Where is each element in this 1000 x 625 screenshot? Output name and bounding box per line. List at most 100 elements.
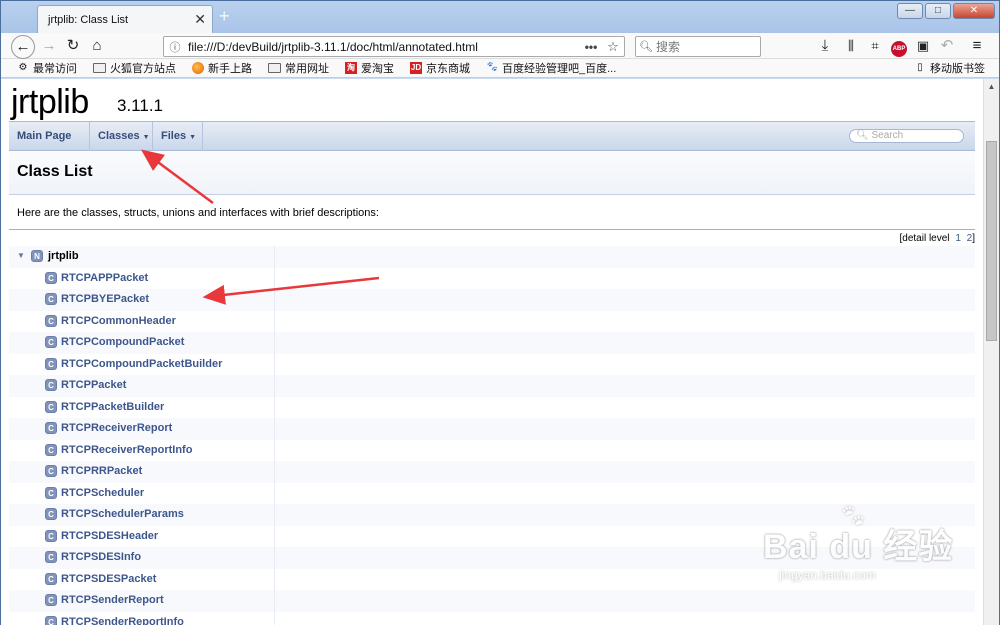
bookmark-item[interactable]: 火狐官方站点 (93, 60, 176, 76)
class-link[interactable]: RTCPSchedulerParams (61, 508, 184, 520)
reload-icon[interactable]: ↻ (63, 36, 83, 56)
maximize-button[interactable]: □ (925, 3, 951, 19)
address-bar[interactable]: ⓘ file:///D:/devBuild/jrtplib-3.11.1/doc… (163, 36, 625, 57)
class-link[interactable]: RTCPReceiverReportInfo (61, 444, 192, 456)
class-link[interactable]: RTCPCommonHeader (61, 315, 176, 327)
class-link[interactable]: RTCPSDESInfo (61, 551, 141, 563)
tab-title: jrtplib: Class List (48, 13, 129, 26)
class-link[interactable]: RTCPSenderReportInfo (61, 616, 184, 625)
search-box[interactable]: 🔍︎ 搜索 (635, 36, 761, 57)
undo-icon[interactable]: ↶ (937, 36, 957, 56)
collapse-arrow-icon[interactable]: ▼ (17, 251, 25, 260)
class-icon: C (45, 508, 57, 520)
detail-level-1-link[interactable]: 1 (955, 233, 961, 244)
bookmark-item[interactable]: 新手上路 (192, 60, 252, 76)
doc-search-input[interactable]: 🔍︎ Search (849, 129, 964, 143)
bookmark-label: 新手上路 (208, 63, 252, 75)
tab-bar: jrtplib: Class List ✕ + — □ ✕ (1, 1, 999, 33)
class-link[interactable]: RTCPSDESHeader (61, 530, 158, 542)
sidebar-icon[interactable]: ▣ (913, 36, 933, 56)
download-icon[interactable]: ⤓ (815, 36, 835, 56)
minimize-button[interactable]: — (897, 3, 923, 19)
bookmark-item[interactable]: ⚙ 最常访问 (17, 60, 77, 76)
bookmark-label: 最常访问 (33, 63, 77, 75)
browser-window: jrtplib: Class List ✕ + — □ ✕ ← → ↻ ⌂ ⓘ … (0, 0, 1000, 625)
bookmark-item[interactable]: 常用网址 (268, 60, 329, 76)
column-divider (274, 504, 275, 526)
class-link[interactable]: RTCPPacket (61, 379, 126, 391)
mobile-bookmarks[interactable]: ▯ 移动版书签 (914, 60, 985, 76)
class-icon: C (45, 379, 57, 391)
url-text[interactable]: file:///D:/devBuild/jrtplib-3.11.1/doc/h… (186, 40, 580, 54)
browser-tab[interactable]: jrtplib: Class List ✕ (37, 5, 213, 33)
menu-files[interactable]: Files ▼ (153, 122, 203, 151)
menu-label: Classes (98, 130, 140, 142)
jd-icon: JD (410, 62, 422, 74)
caret-down-icon: ▼ (189, 134, 197, 141)
search-icon: 🔍︎ (856, 130, 869, 141)
class-icon: C (45, 336, 57, 348)
column-divider (274, 310, 275, 332)
class-link[interactable]: RTCPRRPacket (61, 465, 142, 477)
adblock-icon[interactable]: ABP (889, 36, 909, 57)
class-row: C RTCPRRPacket (9, 461, 975, 483)
class-row: C RTCPPacketBuilder (9, 396, 975, 418)
class-link[interactable]: RTCPReceiverReport (61, 422, 172, 434)
bookmark-item[interactable]: 🐾︎ 百度经验管理吧_百度... (486, 60, 616, 76)
class-link[interactable]: RTCPSenderReport (61, 594, 164, 606)
vertical-scrollbar[interactable]: ▲ (983, 79, 999, 625)
folder-icon (268, 63, 281, 73)
detail-level: [detail level 1 2] (900, 233, 976, 244)
taobao-icon: 淘 (345, 62, 357, 74)
column-divider (274, 461, 275, 483)
divider (9, 229, 975, 230)
column-divider (274, 525, 275, 547)
menu-main-page[interactable]: Main Page (9, 122, 90, 151)
hamburger-menu-icon[interactable]: ≡ (967, 36, 987, 56)
detail-level-close: ] (972, 233, 975, 244)
adblock-label: ABP (891, 41, 907, 57)
info-icon[interactable]: ⓘ (164, 39, 186, 55)
page-title: Class List (17, 163, 93, 180)
class-link[interactable]: RTCPCompoundPacket (61, 336, 184, 348)
bookmark-label: 爱淘宝 (361, 63, 394, 75)
class-icon: C (45, 551, 57, 563)
class-link[interactable]: RTCPSDESPacket (61, 573, 156, 585)
window-controls: — □ ✕ (897, 3, 995, 19)
class-row: C RTCPReceiverReport (9, 418, 975, 440)
class-link[interactable]: RTCPBYEPacket (61, 293, 149, 305)
class-link[interactable]: RTCPPacketBuilder (61, 401, 164, 413)
namespace-name[interactable]: jrtplib (48, 250, 79, 262)
close-window-button[interactable]: ✕ (953, 3, 995, 19)
class-icon: C (45, 271, 57, 284)
home-icon[interactable]: ⌂ (87, 36, 107, 56)
baidu-paw-icon: 🐾︎ (839, 503, 867, 528)
class-link[interactable]: RTCPScheduler (61, 487, 144, 499)
class-row: C RTCPSenderReportInfo (9, 611, 975, 625)
class-link[interactable]: RTCPCompoundPacketBuilder (61, 358, 222, 370)
column-divider (274, 611, 275, 625)
column-divider (274, 547, 275, 569)
bookmark-star-icon[interactable]: ☆ (602, 39, 624, 55)
new-tab-button[interactable]: + (219, 6, 230, 27)
doxygen-menubar: Main Page Classes ▼ Files ▼ 🔍︎ Search (9, 121, 975, 151)
scrollbar-thumb[interactable] (986, 141, 997, 341)
class-link[interactable]: RTCPAPPPacket (61, 272, 148, 284)
bookmark-label: 京东商城 (426, 63, 470, 75)
scroll-up-arrow-icon[interactable]: ▲ (984, 79, 999, 95)
bookmark-item[interactable]: JD 京东商城 (410, 60, 470, 76)
class-icon: C (45, 594, 57, 606)
class-icon: C (45, 314, 57, 327)
class-icon: C (45, 486, 57, 499)
bookmarks-toolbar: ⚙ 最常访问 火狐官方站点 新手上路 常用网址 淘 爱淘宝 JD 京东商城 🐾︎… (1, 59, 999, 78)
menu-classes[interactable]: Classes ▼ (90, 122, 153, 151)
forward-arrow-icon[interactable]: → (39, 36, 59, 56)
bookmark-item[interactable]: 淘 爱淘宝 (345, 60, 394, 76)
crop-screenshot-icon[interactable]: ⌗ (865, 36, 885, 56)
column-divider (274, 332, 275, 354)
back-arrow-icon[interactable]: ← (11, 35, 35, 59)
page-actions-icon[interactable]: ••• (580, 40, 602, 54)
mobile-bookmarks-label: 移动版书签 (930, 63, 985, 75)
library-icon[interactable]: ⫼ (841, 36, 861, 56)
tab-close-icon[interactable]: ✕ (194, 11, 206, 28)
